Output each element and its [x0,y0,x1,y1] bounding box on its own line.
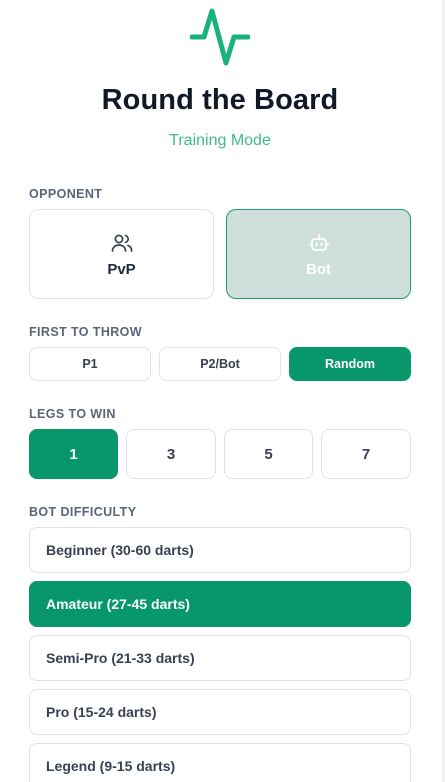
opponent-option-bot[interactable]: Bot [226,209,411,299]
legs-option-1[interactable]: 1 [29,429,118,479]
difficulty-option-amateur[interactable]: Amateur (27-45 darts) [29,581,411,627]
setup-screen: Round the Board Training Mode OPPONENT P… [0,0,445,782]
bot-difficulty-section-label: BOT DIFFICULTY [29,505,137,519]
opponent-option-label: PvP [107,260,136,278]
opponent-option-pvp[interactable]: PvP [29,209,214,299]
page-title: Round the Board [101,84,339,116]
difficulty-option-legend[interactable]: Legend (9-15 darts) [29,743,411,782]
legs-option-5[interactable]: 5 [224,429,313,479]
difficulty-option-beginner[interactable]: Beginner (30-60 darts) [29,527,411,573]
legs-to-win-section-label: LEGS TO WIN [29,407,116,421]
pulse-icon [190,8,250,66]
bot-icon [308,233,329,251]
difficulty-option-pro[interactable]: Pro (15-24 darts) [29,689,411,735]
first-throw-p1-button[interactable]: P1 [29,347,151,381]
legs-option-3[interactable]: 3 [126,429,216,479]
first-throw-random-button[interactable]: Random [289,347,411,381]
page-subtitle: Training Mode [169,132,271,149]
users-icon [111,234,132,252]
first-throw-p2-bot-button[interactable]: P2/Bot [159,347,281,381]
difficulty-option-semi-pro[interactable]: Semi-Pro (21-33 darts) [29,635,411,681]
first-to-throw-section-label: FIRST TO THROW [29,325,142,339]
opponent-option-label: Bot [306,260,331,278]
legs-option-7[interactable]: 7 [321,429,411,479]
opponent-section-label: OPPONENT [29,187,103,201]
